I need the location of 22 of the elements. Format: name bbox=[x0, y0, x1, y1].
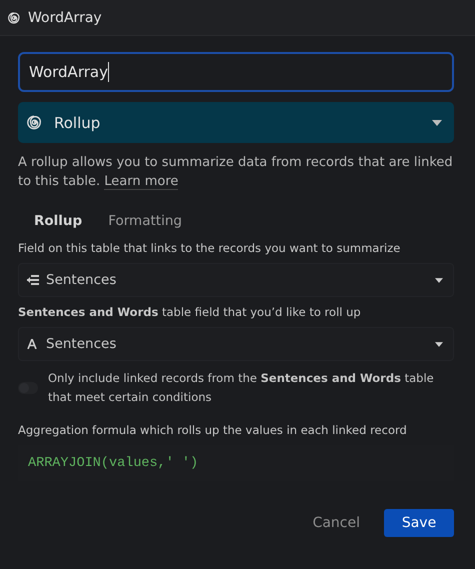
spiral-icon bbox=[27, 114, 44, 131]
field-type-dropdown[interactable]: Rollup bbox=[18, 102, 454, 143]
window-title: WordArray bbox=[28, 10, 102, 26]
name-field[interactable]: WordArray bbox=[18, 52, 454, 92]
tab[interactable]: Rollup bbox=[24, 209, 92, 233]
formula-label: Aggregation formula which rolls up the values in each linked record bbox=[18, 423, 408, 437]
field-label: Field on this table that links to the records you want to summarize bbox=[18, 241, 402, 255]
dropdown-arrow-icon bbox=[432, 120, 442, 126]
field-dropdown[interactable]: Sentences bbox=[18, 327, 454, 361]
field-dropdown[interactable]: Sentences bbox=[18, 263, 454, 297]
filter-toggle-label: Only include linked records from the Sentences and Words table that meet certain conditions bbox=[48, 370, 435, 406]
learn-more-link[interactable]: Learn more bbox=[104, 174, 178, 190]
dropdown-arrow-icon bbox=[435, 278, 443, 282]
tab[interactable]: Formatting bbox=[98, 209, 192, 233]
dropdown-arrow-icon bbox=[435, 342, 443, 346]
save-button[interactable]: Save bbox=[384, 509, 454, 537]
cancel-button[interactable]: Cancel bbox=[304, 509, 368, 537]
spiral-icon bbox=[8, 10, 22, 24]
linked-records-icon bbox=[27, 275, 39, 285]
text-field-icon bbox=[27, 339, 39, 349]
description-text: A rollup allows you to summarize data from records that are linked to this table. Learn more bbox=[18, 154, 454, 191]
field-label: Sentences and Words table field that you’d like to roll up bbox=[18, 305, 362, 319]
